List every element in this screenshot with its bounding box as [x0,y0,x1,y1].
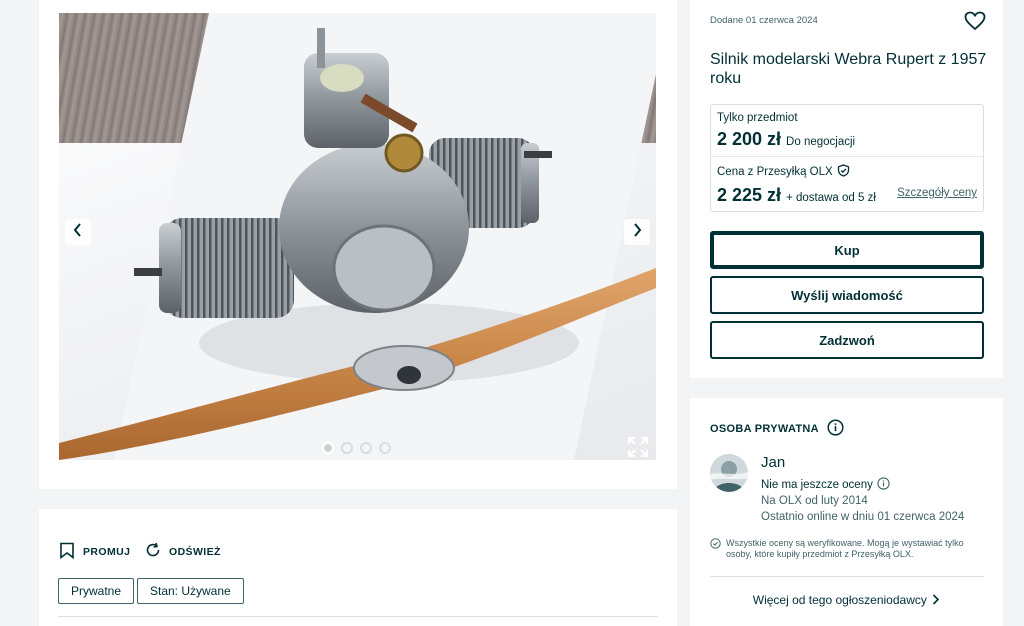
item-only-label: Tylko przedmiot [717,112,798,124]
refresh-icon [145,542,161,561]
refresh-label: ODŚWIEŻ [169,545,221,558]
seller-card: OSOBA PRYWATNA Jan Nie ma jeszcze oceny … [690,398,1003,626]
posted-date: Dodane 01 czerwca 2024 [710,15,818,26]
shipping-price-row: Cena z Przesyłką OLX 2 225 zł + dostawa … [717,164,979,206]
chevron-right-icon [930,593,940,607]
gallery-dot-1[interactable] [322,442,334,454]
refresh-button[interactable]: ODŚWIEŻ [145,542,221,561]
more-from-seller-label: Więcej od tego ogłoszeniodawcy [752,593,927,607]
ad-actions-card: PROMUJ ODŚWIEŻ Prywatne Stan: Używane [39,509,677,626]
gallery-dot-3[interactable] [360,442,372,454]
negotiable-label: Do negocjacji [786,136,856,148]
shipping-note: + dostawa od 5 zł [786,192,876,204]
more-from-seller-link[interactable]: Więcej od tego ogłoszeniodawcy [690,593,1003,607]
gallery-dot-2[interactable] [341,442,353,454]
member-since: Na OLX od luty 2014 [761,495,868,507]
price-box: Tylko przedmiot 2 200 zł Do negocjacji C… [710,104,984,212]
chevron-right-icon [631,222,643,242]
info-icon[interactable] [877,477,890,493]
item-only-price: 2 200 zł [717,129,782,149]
shipping-price: 2 225 zł [717,185,782,205]
price-details-link[interactable]: Szczegóły ceny [897,187,977,199]
shield-check-icon [837,164,850,180]
engine-photo [59,28,656,460]
promote-button[interactable]: PROMUJ [59,542,130,562]
next-image-button[interactable] [624,219,650,245]
gallery-pagination [322,442,391,454]
seller-type-label: OSOBA PRYWATNA [710,423,819,435]
check-circle-icon [710,538,721,560]
verification-note-text: Wszystkie oceny są weryfikowane. Mogą je… [726,538,964,559]
heart-icon [964,11,986,35]
seller-rating-label: Nie ma jeszcze oceny [761,479,873,491]
send-message-button[interactable]: Wyślij wiadomość [710,276,984,314]
previous-image-button[interactable] [65,219,91,245]
gallery-dot-4[interactable] [379,442,391,454]
favorite-button[interactable] [964,11,986,31]
divider [58,616,658,617]
seller-type-header: OSOBA PRYWATNA [710,419,844,439]
tag-private[interactable]: Prywatne [58,578,135,604]
image-gallery[interactable] [59,13,656,460]
chevron-left-icon [72,222,84,242]
ad-title: Silnik modelarski Webra Rupert z 1957 ro… [710,51,987,87]
promote-label: PROMUJ [83,546,131,558]
last-online: Ostatnio online w dniu 01 czerwca 2024 [761,511,965,523]
tag-condition[interactable]: Stan: Używane [137,578,244,604]
price-divider [711,156,983,157]
expand-icon [626,436,650,460]
bookmark-icon [59,542,75,562]
gallery-card [39,0,677,489]
divider [710,576,984,577]
info-icon[interactable] [827,419,844,439]
seller-name[interactable]: Jan [761,454,785,471]
avatar [710,454,748,492]
seller-rating: Nie ma jeszcze oceny [761,477,890,493]
buy-button[interactable]: Kup [710,231,984,269]
fullscreen-button[interactable] [626,435,650,459]
item-only-price-row: Tylko przedmiot 2 200 zł Do negocjacji [717,112,979,150]
shipping-price-label: Cena z Przesyłką OLX [717,166,833,178]
offer-card: Dodane 01 czerwca 2024 Silnik modelarski… [690,0,1003,378]
verification-note: Wszystkie oceny są weryfikowane. Mogą je… [710,538,986,560]
call-button[interactable]: Zadzwoń [710,321,984,359]
